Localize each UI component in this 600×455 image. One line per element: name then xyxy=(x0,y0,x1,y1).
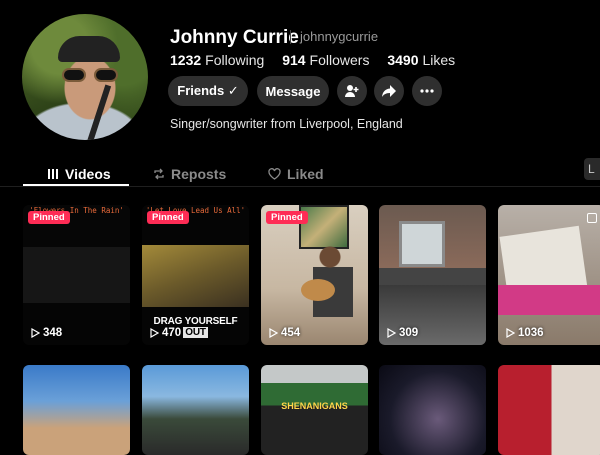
video-thumbnail xyxy=(142,245,249,307)
pinned-badge: Pinned xyxy=(266,211,308,224)
video-sign-text: SHENANIGANS xyxy=(281,401,348,411)
view-count: 454 xyxy=(269,327,300,339)
multi-photo-icon xyxy=(587,213,597,223)
play-icon xyxy=(31,328,40,338)
tab-liked-label: Liked xyxy=(287,166,324,182)
strap-shape xyxy=(86,84,112,140)
view-count-value: 470 xyxy=(162,327,182,339)
view-count: 309 xyxy=(387,327,418,339)
profile-bio: Singer/songwriter from Liverpool, Englan… xyxy=(170,117,403,131)
pinned-badge: Pinned xyxy=(147,211,189,224)
profile-name: Johnny Currie xyxy=(170,27,299,48)
play-icon xyxy=(387,328,396,338)
add-friend-button[interactable] xyxy=(337,76,367,106)
tab-videos[interactable]: Videos xyxy=(47,162,111,186)
message-button[interactable]: Message xyxy=(257,76,329,106)
video-card[interactable]: SHENANIGANS xyxy=(261,365,368,455)
share-arrow-icon xyxy=(382,85,396,97)
stat-following[interactable]: 1232 Following xyxy=(170,52,264,68)
video-card[interactable] xyxy=(142,365,249,455)
video-card[interactable] xyxy=(379,365,486,455)
view-count-value: 1036 xyxy=(518,327,544,339)
tab-videos-label: Videos xyxy=(65,166,111,182)
share-button[interactable] xyxy=(374,76,404,106)
video-card[interactable]: 'Let Love Lead Us All' Pinned DRAG YOURS… xyxy=(142,205,249,345)
video-card[interactable]: 'Flowers In The Rain' Pinned 348 xyxy=(23,205,130,345)
view-count: 1036 xyxy=(506,327,544,339)
view-count-value: 309 xyxy=(399,327,419,339)
more-options-button[interactable] xyxy=(412,76,442,106)
play-icon xyxy=(150,328,159,338)
tab-reposts[interactable]: Reposts xyxy=(153,162,226,186)
add-user-icon xyxy=(345,85,359,97)
video-card[interactable]: 309 xyxy=(379,205,486,345)
tab-reposts-label: Reposts xyxy=(171,166,227,182)
profile-stats: 1232 Following 914 Followers 3490 Likes xyxy=(170,52,469,68)
liked-icon xyxy=(268,168,281,180)
hat-shape xyxy=(58,36,120,62)
repost-icon xyxy=(154,168,164,180)
video-card[interactable]: 1036 xyxy=(498,205,600,345)
video-card[interactable] xyxy=(498,365,600,455)
play-icon xyxy=(269,328,278,338)
view-count: 348 xyxy=(31,327,62,339)
tabs-divider xyxy=(0,186,600,187)
play-icon xyxy=(506,328,515,338)
sunglasses-shape xyxy=(62,68,120,82)
stat-followers[interactable]: 914 Followers xyxy=(282,52,369,68)
avatar[interactable] xyxy=(22,14,148,140)
view-count-value: 454 xyxy=(281,327,301,339)
profile-handle: johnnygcurrie xyxy=(300,29,379,44)
video-thumbnail xyxy=(399,221,445,267)
view-count-value: 348 xyxy=(43,327,63,339)
name-divider xyxy=(290,30,291,44)
view-count: 470 xyxy=(150,327,181,339)
video-card[interactable]: Pinned 454 xyxy=(261,205,368,345)
ellipsis-icon xyxy=(420,89,434,93)
tab-liked[interactable]: Liked xyxy=(268,162,324,186)
sort-chip[interactable]: L xyxy=(584,158,600,180)
pinned-badge: Pinned xyxy=(28,211,70,224)
friends-button[interactable]: Friends ✓ xyxy=(168,76,248,106)
stat-likes: 3490 Likes xyxy=(387,52,456,68)
video-card[interactable] xyxy=(23,365,130,455)
grid-icon xyxy=(48,169,58,179)
